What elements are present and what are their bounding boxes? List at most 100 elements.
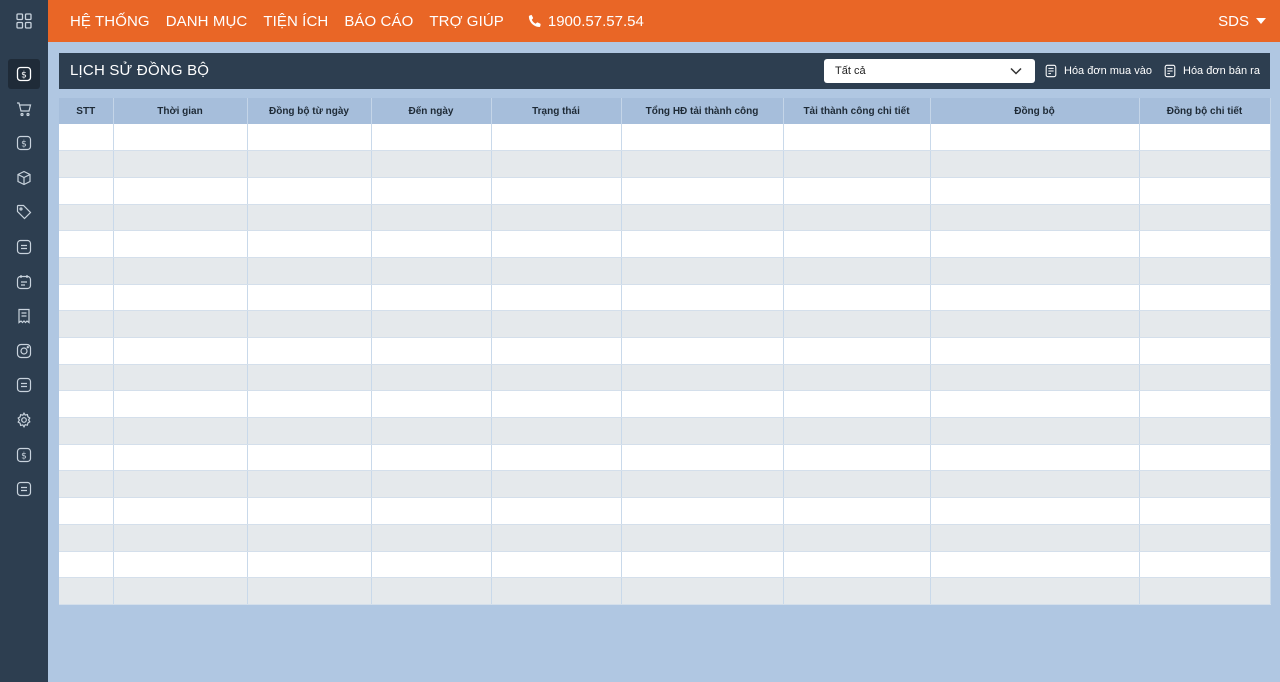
sidebar-item-cart[interactable] <box>8 94 40 124</box>
table-cell <box>621 177 784 205</box>
table-cell <box>59 417 114 445</box>
purchase-invoice-button[interactable]: Hóa đơn mua vào <box>1044 53 1152 89</box>
table-cell <box>59 390 114 419</box>
table-cell <box>783 230 931 258</box>
table-cell <box>247 497 372 525</box>
sync-history-table: STT Thời gian Đồng bộ từ ngày Đến ngày T… <box>59 98 1271 605</box>
table-cell <box>1139 497 1271 525</box>
column-header-time[interactable]: Thời gian <box>113 98 248 124</box>
menu-danh-muc[interactable]: DANH MỤC <box>166 13 248 30</box>
table-cell <box>113 177 248 205</box>
table-cell <box>1139 257 1271 285</box>
table-cell <box>491 390 622 419</box>
table-cell <box>491 470 622 499</box>
sidebar-item-box[interactable] <box>8 163 40 193</box>
table-cell <box>371 284 492 312</box>
sidebar-item-tag[interactable] <box>8 197 40 227</box>
status-filter-value: Tất cả <box>835 65 866 77</box>
sidebar-item-settings[interactable] <box>8 405 40 435</box>
column-header-sync-detail[interactable]: Đồng bộ chi tiết <box>1139 98 1271 124</box>
column-header-to-date[interactable]: Đến ngày <box>371 98 492 124</box>
table-cell <box>783 150 931 178</box>
sidebar-item-calendar[interactable] <box>8 267 40 297</box>
sales-invoice-label: Hóa đơn bán ra <box>1183 65 1260 77</box>
user-menu[interactable]: SDS <box>1218 0 1266 42</box>
table-cell <box>621 364 784 392</box>
tag-icon <box>16 204 32 220</box>
table-cell <box>621 444 784 472</box>
sidebar-item-instagram[interactable] <box>8 336 40 366</box>
table-cell <box>783 390 931 419</box>
sidebar-item-dollar[interactable]: $ <box>8 59 40 89</box>
purchase-invoice-label: Hóa đơn mua vào <box>1064 65 1152 77</box>
table-cell <box>247 150 372 178</box>
column-header-success-detail[interactable]: Tải thành công chi tiết <box>783 98 931 124</box>
column-header-sync-from-date[interactable]: Đồng bộ từ ngày <box>247 98 372 124</box>
table-cell <box>783 337 931 365</box>
menu-bao-cao[interactable]: BÁO CÁO <box>344 13 413 30</box>
table-cell <box>621 390 784 419</box>
dollar-circle-icon: $ <box>16 66 32 82</box>
table-row <box>59 310 1271 338</box>
table-cell <box>113 310 248 338</box>
sidebar-item-dollar-3[interactable]: $ <box>8 440 40 470</box>
table-cell <box>113 124 248 152</box>
table-cell <box>930 470 1140 499</box>
apps-grid-icon[interactable] <box>0 0 48 42</box>
table-cell <box>491 524 622 552</box>
table-cell <box>491 497 622 525</box>
column-header-total-success[interactable]: Tổng HĐ tải thành công <box>621 98 784 124</box>
table-cell <box>371 150 492 178</box>
table-row <box>59 551 1271 579</box>
table-row <box>59 177 1271 205</box>
table-row <box>59 230 1271 258</box>
sidebar-item-list[interactable] <box>8 232 40 262</box>
menu-he-thong[interactable]: HỆ THỐNG <box>70 13 150 30</box>
sales-invoice-button[interactable]: Hóa đơn bán ra <box>1163 53 1260 89</box>
hotline[interactable]: 1900.57.57.54 <box>528 13 644 30</box>
table-cell <box>113 444 248 472</box>
instagram-icon <box>16 343 32 359</box>
table-cell <box>930 390 1140 419</box>
svg-text:$: $ <box>21 452 27 462</box>
table-cell <box>621 310 784 338</box>
table-cell <box>1139 551 1271 579</box>
column-header-status[interactable]: Trạng thái <box>491 98 622 124</box>
table-cell <box>113 470 248 499</box>
table-cell <box>113 150 248 178</box>
phone-icon <box>528 14 541 27</box>
table-cell <box>783 204 931 232</box>
table-cell <box>247 364 372 392</box>
table-cell <box>113 497 248 525</box>
menu-tro-giup[interactable]: TRỢ GIÚP <box>429 13 504 30</box>
table-cell <box>491 444 622 472</box>
table-cell <box>59 524 114 552</box>
column-header-sync[interactable]: Đồng bộ <box>930 98 1140 124</box>
table-cell <box>371 551 492 579</box>
page-title: LỊCH SỬ ĐỒNG BỘ <box>70 62 210 79</box>
table-cell <box>59 124 114 152</box>
sidebar-item-dollar-2[interactable]: $ <box>8 128 40 158</box>
sidebar-item-list-2[interactable] <box>8 370 40 400</box>
table-cell <box>783 124 931 152</box>
table-cell <box>59 150 114 178</box>
table-cell <box>113 390 248 419</box>
table-cell <box>930 257 1140 285</box>
table-cell <box>371 310 492 338</box>
table-cell <box>247 124 372 152</box>
table-cell <box>930 124 1140 152</box>
column-header-stt[interactable]: STT <box>59 98 114 124</box>
table-cell <box>1139 177 1271 205</box>
status-filter-select[interactable]: Tất cả <box>824 59 1035 83</box>
box-icon <box>17 170 31 186</box>
table-row <box>59 257 1271 285</box>
table-cell <box>491 150 622 178</box>
table-cell <box>491 177 622 205</box>
list-icon <box>16 481 32 497</box>
table-cell <box>247 284 372 312</box>
sidebar-item-list-3[interactable] <box>8 474 40 504</box>
sidebar-item-receipt[interactable] <box>8 301 40 331</box>
table-cell <box>371 390 492 419</box>
menu-tien-ich[interactable]: TIỆN ÍCH <box>263 13 328 30</box>
table-cell <box>371 124 492 152</box>
